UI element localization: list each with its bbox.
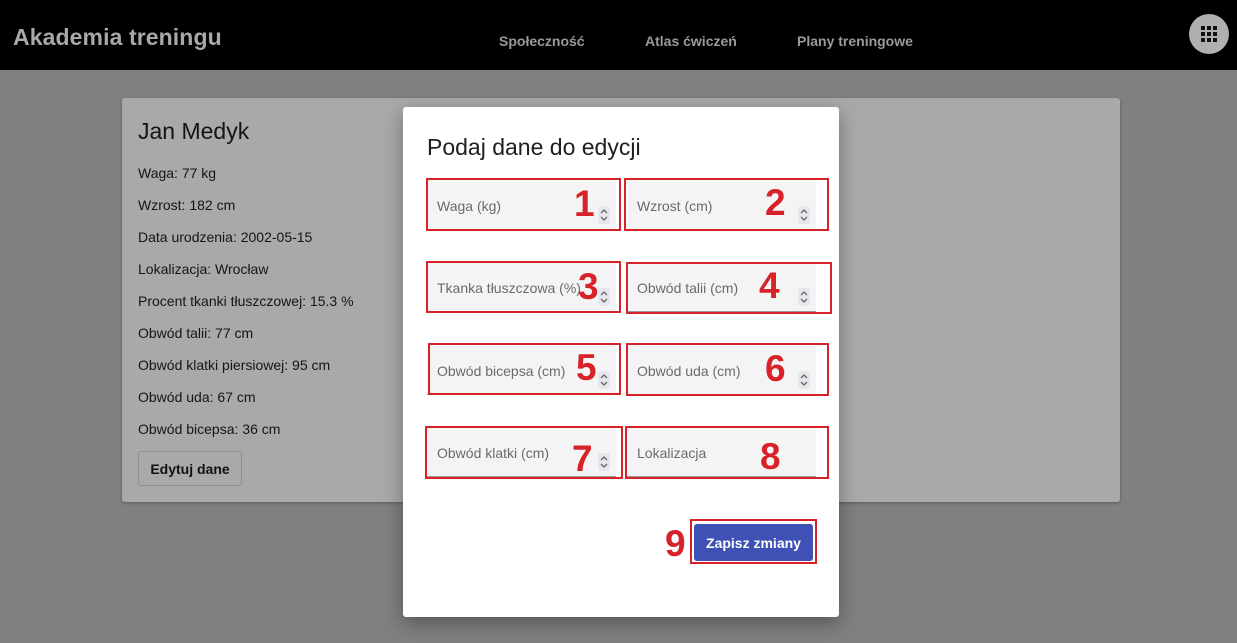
profile-waist: Obwód talii: 77 cm xyxy=(138,325,254,341)
annotation-box-8 xyxy=(625,426,829,479)
annotation-box-4 xyxy=(626,262,832,314)
annotation-number-8: 8 xyxy=(760,436,781,477)
profile-birthdate: Data urodzenia: 2002-05-15 xyxy=(138,229,313,245)
annotation-number-3: 3 xyxy=(578,266,599,307)
save-changes-button[interactable]: Zapisz zmiany xyxy=(694,524,813,561)
profile-weight: Waga: 77 kg xyxy=(138,165,217,181)
profile-biceps: Obwód bicepsa: 36 cm xyxy=(138,421,281,437)
annotation-number-6: 6 xyxy=(765,348,786,389)
profile-body-fat: Procent tkanki tłuszczowej: 15.3 % xyxy=(138,293,354,309)
apps-menu-button[interactable] xyxy=(1189,14,1229,54)
annotation-number-5: 5 xyxy=(576,347,597,388)
annotation-number-4: 4 xyxy=(759,265,780,306)
annotation-box-6 xyxy=(626,343,829,396)
profile-height: Wzrost: 182 cm xyxy=(138,197,236,213)
top-bar: Akademia treningu Społeczność Atlas ćwic… xyxy=(0,0,1237,70)
brand-logo[interactable]: Akademia treningu xyxy=(13,24,222,51)
profile-location: Lokalizacja: Wrocław xyxy=(138,261,269,277)
annotation-number-1: 1 xyxy=(574,183,595,224)
edit-data-button[interactable]: Edytuj dane xyxy=(138,451,242,486)
profile-chest: Obwód klatki piersiowej: 95 cm xyxy=(138,357,331,373)
nav-link-spolecznosc[interactable]: Społeczność xyxy=(499,33,585,49)
annotation-box-2 xyxy=(624,178,829,231)
profile-name: Jan Medyk xyxy=(138,118,250,144)
annotation-number-2: 2 xyxy=(765,182,786,223)
apps-grid-icon xyxy=(1201,26,1217,42)
dialog-title: Podaj dane do edycji xyxy=(427,134,641,160)
edit-dialog: Podaj dane do edycji Waga (kg) Wzrost (c… xyxy=(403,107,839,617)
profile-thigh: Obwód uda: 67 cm xyxy=(138,389,256,405)
nav-link-plany-treningowe[interactable]: Plany treningowe xyxy=(797,33,913,49)
nav-link-atlas-cwiczen[interactable]: Atlas ćwiczeń xyxy=(645,33,737,49)
annotation-number-7: 7 xyxy=(572,438,593,479)
annotation-number-9: 9 xyxy=(665,523,686,564)
annotation-box-7 xyxy=(425,426,623,479)
